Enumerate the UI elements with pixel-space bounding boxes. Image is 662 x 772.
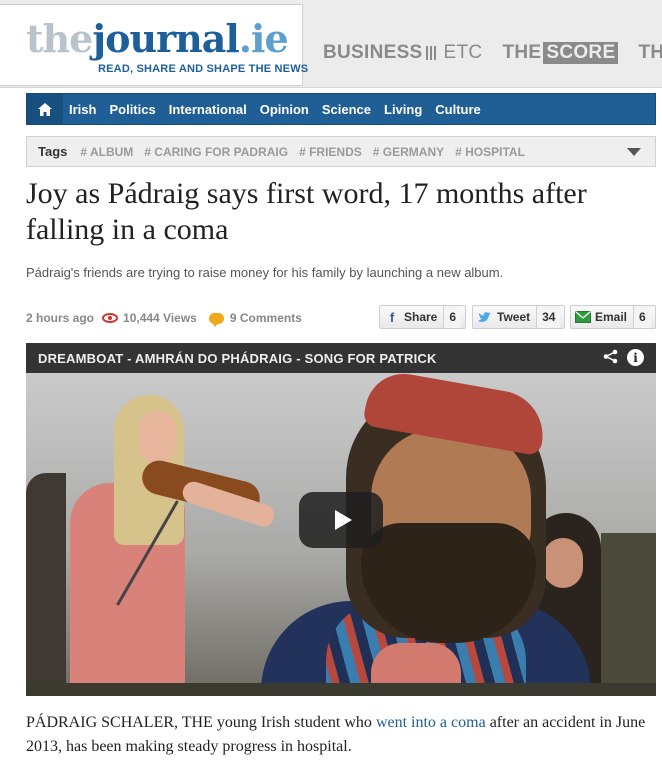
facebook-icon: f bbox=[389, 309, 395, 325]
chevron-down-icon[interactable] bbox=[627, 148, 641, 156]
sister-business-etc[interactable]: BUSINESS ETC bbox=[323, 42, 482, 64]
video-title[interactable]: DREAMBOAT - AMHRÁN DO PHÁDRAIG - SONG FO… bbox=[38, 351, 437, 366]
share-icon[interactable] bbox=[603, 349, 618, 368]
sister-sites: BUSINESS ETC THESCORE THE DA bbox=[323, 42, 662, 64]
daily-edge-label: THE DA bbox=[638, 42, 662, 63]
body-text-start: PÁDRAIG SCHALER, THE young Irish student… bbox=[26, 714, 376, 731]
email-label: Email bbox=[595, 310, 628, 324]
tags-bar: Tags # ALBUM # CARING FOR PADRAIG # FRIE… bbox=[26, 136, 656, 167]
email-count: 6 bbox=[633, 306, 651, 328]
play-button[interactable] bbox=[299, 492, 383, 548]
video-title-bar: DREAMBOAT - AMHRÁN DO PHÁDRAIG - SONG FO… bbox=[26, 343, 656, 373]
logo-journal: journal bbox=[92, 16, 239, 61]
nav-science[interactable]: Science bbox=[316, 102, 378, 117]
tag-friends[interactable]: # FRIENDS bbox=[299, 145, 362, 159]
nav-culture[interactable]: Culture bbox=[429, 102, 488, 117]
comments-link[interactable]: 9 Comments bbox=[208, 311, 302, 327]
tweet-label: Tweet bbox=[497, 310, 531, 324]
facebook-share-button[interactable]: f Share 6 bbox=[379, 305, 466, 329]
etc-label: ETC bbox=[443, 42, 483, 63]
logo-the: the bbox=[26, 16, 93, 61]
score-label: SCORE bbox=[543, 42, 619, 64]
nav-home[interactable] bbox=[27, 94, 63, 124]
sister-daily-edge[interactable]: THE DA bbox=[638, 42, 662, 64]
building-icon bbox=[425, 46, 438, 60]
nav-irish[interactable]: Irish bbox=[63, 102, 103, 117]
main-nav: Irish Politics International Opinion Sci… bbox=[26, 93, 656, 125]
article-meta: 2 hours ago 10,444 Views 9 Comments bbox=[26, 309, 302, 327]
site-header: thejournal.ie READ, SHARE AND SHAPE THE … bbox=[0, 0, 662, 88]
site-logo[interactable]: thejournal.ie bbox=[26, 16, 289, 61]
nav-international[interactable]: International bbox=[163, 102, 254, 117]
the-label: THE bbox=[502, 42, 542, 63]
facebook-share-label: Share bbox=[404, 310, 438, 324]
article-time: 2 hours ago bbox=[26, 311, 95, 325]
tag-germany[interactable]: # GERMANY bbox=[373, 145, 444, 159]
video-player[interactable]: DREAMBOAT - AMHRÁN DO PHÁDRAIG - SONG FO… bbox=[26, 343, 656, 696]
facebook-share-count: 6 bbox=[443, 306, 462, 328]
coma-article-link[interactable]: went into a coma bbox=[376, 714, 486, 731]
video-scene-person-left bbox=[26, 473, 66, 696]
tag-album[interactable]: # ALBUM bbox=[80, 145, 133, 159]
video-scene-right-edge bbox=[601, 533, 656, 696]
tweet-button[interactable]: Tweet 34 bbox=[472, 305, 565, 329]
nav-living[interactable]: Living bbox=[378, 102, 429, 117]
info-icon[interactable]: i bbox=[627, 349, 644, 366]
logo-ie: .ie bbox=[238, 16, 289, 61]
business-label: BUSINESS bbox=[323, 42, 423, 63]
video-scene-woman-face bbox=[543, 538, 583, 588]
article-body: PÁDRAIG SCHALER, THE young Irish student… bbox=[26, 711, 656, 759]
envelope-icon bbox=[571, 311, 595, 323]
video-bottom-edge bbox=[26, 683, 656, 696]
comments-label: 9 Comments bbox=[229, 311, 302, 325]
article-standfirst: Pádraig's friends are trying to raise mo… bbox=[26, 265, 504, 280]
eye-icon bbox=[102, 313, 119, 323]
tag-caring-for-padraig[interactable]: # CARING FOR PADRAIG bbox=[144, 145, 288, 159]
comment-bubble-icon bbox=[208, 312, 224, 327]
email-share-button[interactable]: Email 6 bbox=[570, 305, 656, 329]
sister-the-score[interactable]: THE SCORE bbox=[502, 42, 619, 64]
article-headline: Joy as Pádraig says first word, 17 month… bbox=[26, 177, 587, 246]
nav-politics[interactable]: Politics bbox=[103, 102, 162, 117]
view-count: 10,444 Views bbox=[102, 311, 197, 325]
twitter-bird-icon bbox=[473, 311, 497, 323]
video-scene-violinist-face bbox=[138, 411, 176, 463]
tweet-count: 34 bbox=[536, 306, 561, 328]
tag-hospital[interactable]: # HOSPITAL bbox=[455, 145, 525, 159]
play-icon bbox=[334, 510, 352, 530]
view-count-label: 10,444 Views bbox=[123, 311, 197, 325]
nav-opinion[interactable]: Opinion bbox=[254, 102, 316, 117]
logo-tagline: READ, SHARE AND SHAPE THE NEWS bbox=[98, 63, 309, 75]
logo-box[interactable]: thejournal.ie READ, SHARE AND SHAPE THE … bbox=[0, 4, 308, 86]
home-icon bbox=[38, 102, 52, 116]
tags-label: Tags bbox=[38, 144, 68, 159]
